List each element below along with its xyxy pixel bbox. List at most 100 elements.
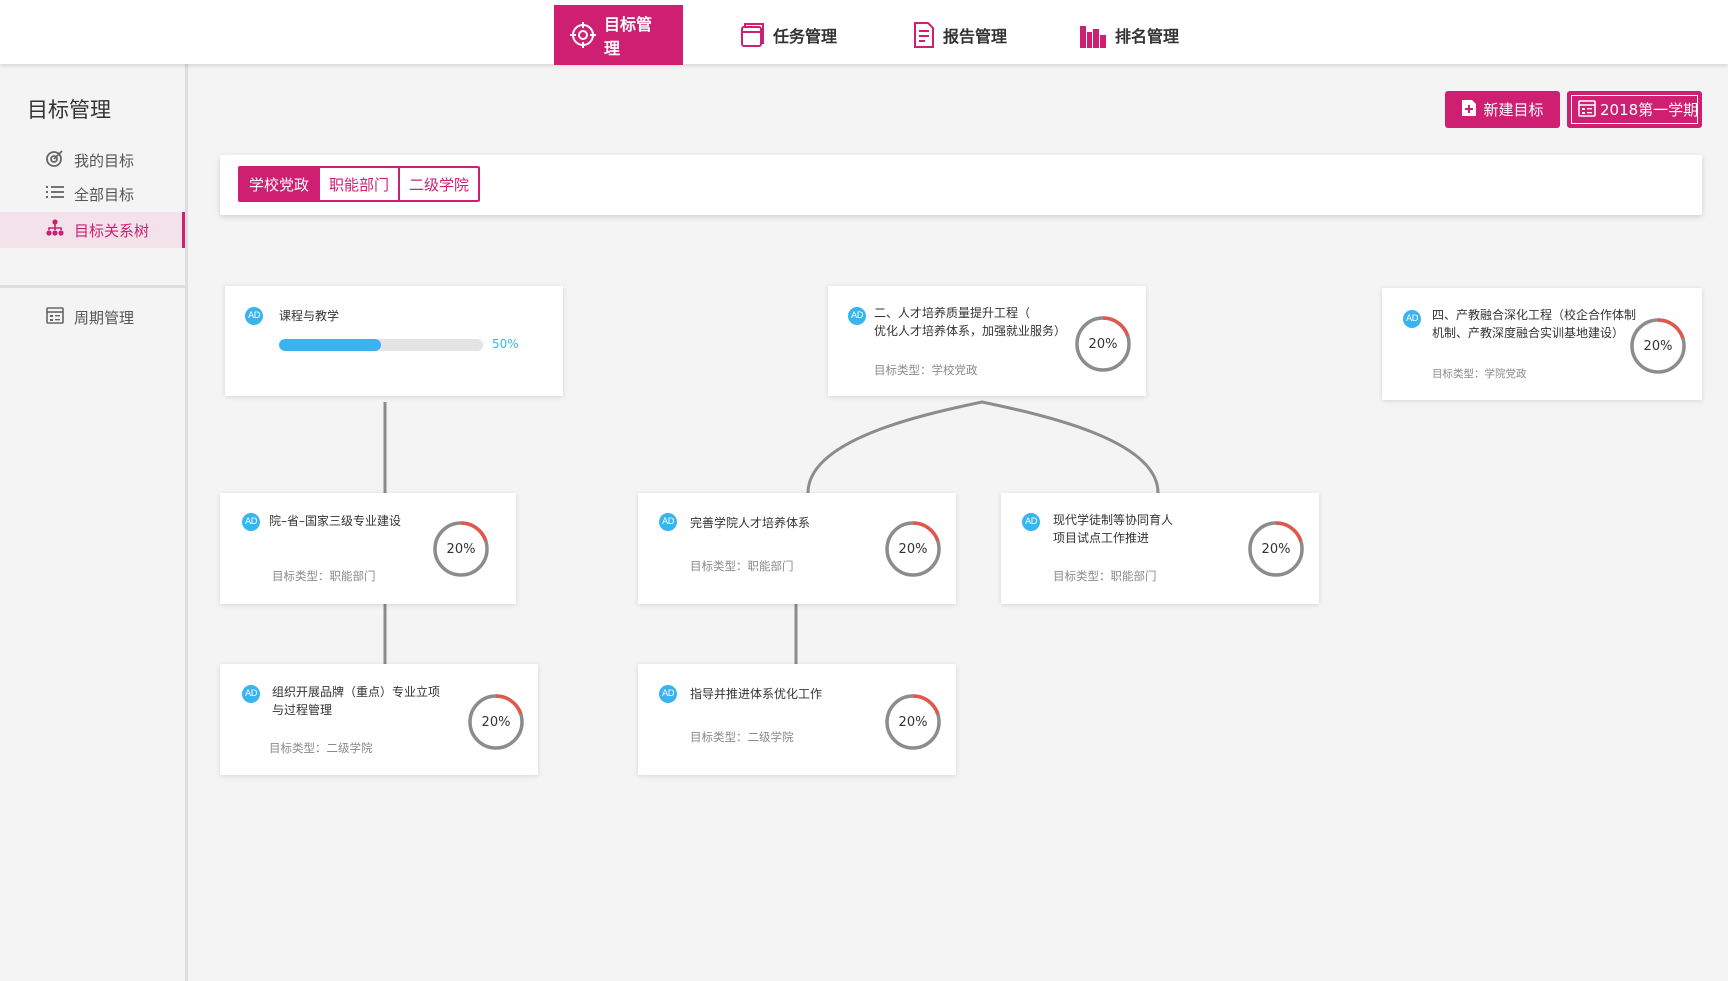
goal-type-label: 目标类型：学校党政 xyxy=(874,363,978,377)
new-goal-button[interactable]: 新建目标 xyxy=(1445,91,1560,128)
goal-percent-label: 20% xyxy=(1643,338,1673,354)
goal-percent-ring: 20% xyxy=(432,520,490,578)
goal-type-segmented-control: 学校党政 职能部门 二级学院 xyxy=(238,166,481,202)
sidebar-item-label: 全部目标 xyxy=(74,185,135,204)
ad-badge: AD xyxy=(1403,310,1421,328)
term-selector-inner: 2018第一学期 xyxy=(1571,95,1698,124)
goal-progress-bar xyxy=(279,339,483,351)
ranking-icon xyxy=(1079,22,1107,48)
nav-tab-ranking[interactable]: 排名管理 xyxy=(1063,5,1195,65)
nav-tab-goals[interactable]: 目标管理 xyxy=(554,5,683,65)
calendar-icon xyxy=(46,306,64,328)
goal-percent-ring: 20% xyxy=(1074,315,1132,373)
nav-tab-label: 报告管理 xyxy=(943,27,1008,46)
add-icon xyxy=(1461,99,1477,121)
goal-progress-fill xyxy=(279,339,381,351)
goal-percent-ring: 20% xyxy=(884,693,942,751)
term-selector-button[interactable]: 2018第一学期 xyxy=(1567,91,1702,128)
goal-type-label: 目标类型：二级学院 xyxy=(269,741,373,755)
goal-title: 二、人才培养质量提升工程（ 优化人才培养体系，加强就业服务） xyxy=(874,304,1066,340)
term-label: 2018第一学期 xyxy=(1600,101,1699,119)
tasks-icon xyxy=(739,22,765,48)
sidebar-divider xyxy=(0,285,185,288)
goal-title-line: 完善学院人才培养体系 xyxy=(690,516,811,530)
sidebar: 目标管理 我的目标 全部目标 目标关系树 周期管理 xyxy=(0,64,188,981)
goal-percent-label: 20% xyxy=(446,541,476,557)
sidebar-item-my-goals[interactable]: 我的目标 xyxy=(0,142,185,178)
goal-title-line: 组织开展品牌（重点）专业立项 xyxy=(272,685,441,699)
goal-card[interactable]: AD 指导并推进体系优化工作 目标类型：二级学院 20% xyxy=(638,664,956,775)
tree-connectors xyxy=(383,400,1160,664)
goal-type-label: 目标类型：职能部门 xyxy=(272,569,376,583)
ad-badge: AD xyxy=(1022,513,1040,531)
goal-title-line: 机制、产教深度融合实训基地建设） xyxy=(1432,326,1625,340)
filter-bar: 学校党政 职能部门 二级学院 xyxy=(220,155,1702,215)
goal-title-line: 与过程管理 xyxy=(272,703,333,717)
tree-icon xyxy=(46,219,64,241)
goal-percent-ring: 20% xyxy=(1629,317,1687,375)
sidebar-item-label: 周期管理 xyxy=(74,308,135,327)
ad-badge: AD xyxy=(659,685,677,703)
goal-title: 指导并推进体系优化工作 xyxy=(690,685,822,703)
ad-badge: AD xyxy=(245,307,263,325)
goal-title-line: 四、产教融合深化工程（校企合作体制 xyxy=(1432,308,1637,322)
nav-tab-tasks[interactable]: 任务管理 xyxy=(723,5,853,65)
sidebar-title: 目标管理 xyxy=(27,98,111,122)
goal-title-line: 院–省–国家三级专业建设 xyxy=(269,514,402,528)
goal-type-label: 目标类型：学院党政 xyxy=(1432,368,1527,380)
sidebar-item-all-goals[interactable]: 全部目标 xyxy=(0,176,185,212)
goal-type-label: 目标类型：职能部门 xyxy=(690,559,794,573)
calendar-icon xyxy=(1578,99,1596,121)
goal-percent-ring: 20% xyxy=(1247,520,1305,578)
ad-badge: AD xyxy=(242,513,260,531)
goal-card[interactable]: AD 组织开展品牌（重点）专业立项 与过程管理 目标类型：二级学院 20% xyxy=(220,664,538,775)
nav-tab-label: 任务管理 xyxy=(773,27,838,46)
goal-title: 课程与教学 xyxy=(279,307,339,325)
filter-tab-school-party[interactable]: 学校党政 xyxy=(240,168,319,200)
goal-percent-label: 20% xyxy=(898,541,928,557)
goal-percent-ring: 20% xyxy=(884,520,942,578)
nav-tab-reports[interactable]: 报告管理 xyxy=(897,5,1023,65)
new-goal-label: 新建目标 xyxy=(1483,101,1544,119)
goal-type-label: 目标类型：二级学院 xyxy=(690,730,794,744)
sidebar-item-label: 目标关系树 xyxy=(74,221,150,240)
goal-card[interactable]: AD 现代学徒制等协同育人 项目试点工作推进 目标类型：职能部门 20% xyxy=(1001,493,1319,604)
goal-title-line: 优化人才培养体系，加强就业服务） xyxy=(874,324,1067,338)
goal-title-line: 指导并推进体系优化工作 xyxy=(690,687,823,701)
goal-type-label: 目标类型：职能部门 xyxy=(1053,569,1157,583)
goal-title: 院–省–国家三级专业建设 xyxy=(269,512,401,530)
goal-card[interactable]: AD 二、人才培养质量提升工程（ 优化人才培养体系，加强就业服务） 目标类型：学… xyxy=(828,286,1146,396)
goal-progress-label: 50% xyxy=(492,337,519,351)
goal-title: 四、产教融合深化工程（校企合作体制 机制、产教深度融合实训基地建设） xyxy=(1432,306,1636,342)
goal-title: 组织开展品牌（重点）专业立项 与过程管理 xyxy=(272,683,440,719)
goal-card[interactable]: AD 完善学院人才培养体系 目标类型：职能部门 20% xyxy=(638,493,956,604)
target-icon xyxy=(570,22,596,48)
ad-badge: AD xyxy=(659,513,677,531)
filter-tab-functional-dept[interactable]: 职能部门 xyxy=(318,168,399,200)
ad-badge: AD xyxy=(848,307,866,325)
report-icon xyxy=(913,22,935,48)
goal-title-line: 项目试点工作推进 xyxy=(1053,531,1150,545)
goal-title: 完善学院人才培养体系 xyxy=(690,514,810,532)
goal-card[interactable]: AD 四、产教融合深化工程（校企合作体制 机制、产教深度融合实训基地建设） 目标… xyxy=(1382,288,1702,400)
list-icon xyxy=(46,183,64,205)
goal-percent-label: 20% xyxy=(898,714,928,730)
goal-percent-ring: 20% xyxy=(467,693,525,751)
nav-tab-label: 排名管理 xyxy=(1115,27,1180,46)
goal-card[interactable]: AD 课程与教学 50% xyxy=(225,286,563,396)
top-nav: 目标管理 任务管理 报告管理 排名管理 xyxy=(0,0,1728,65)
goal-title: 现代学徒制等协同育人 项目试点工作推进 xyxy=(1053,511,1173,547)
goal-percent-label: 20% xyxy=(1088,336,1118,352)
ad-badge: AD xyxy=(242,685,260,703)
goal-percent-label: 20% xyxy=(1261,541,1291,557)
filter-tab-secondary-college[interactable]: 二级学院 xyxy=(398,168,479,200)
goal-percent-label: 20% xyxy=(481,714,511,730)
sidebar-item-goal-tree[interactable]: 目标关系树 xyxy=(0,212,185,248)
goal-title-line: 二、人才培养质量提升工程（ xyxy=(874,306,1031,320)
sidebar-item-label: 我的目标 xyxy=(74,151,135,170)
nav-tab-label: 目标管理 xyxy=(604,15,653,58)
goal-title-line: 现代学徒制等协同育人 xyxy=(1053,513,1174,527)
sidebar-item-period[interactable]: 周期管理 xyxy=(0,299,185,335)
target-dart-icon xyxy=(46,149,64,171)
goal-card[interactable]: AD 院–省–国家三级专业建设 目标类型：职能部门 20% xyxy=(220,493,516,604)
